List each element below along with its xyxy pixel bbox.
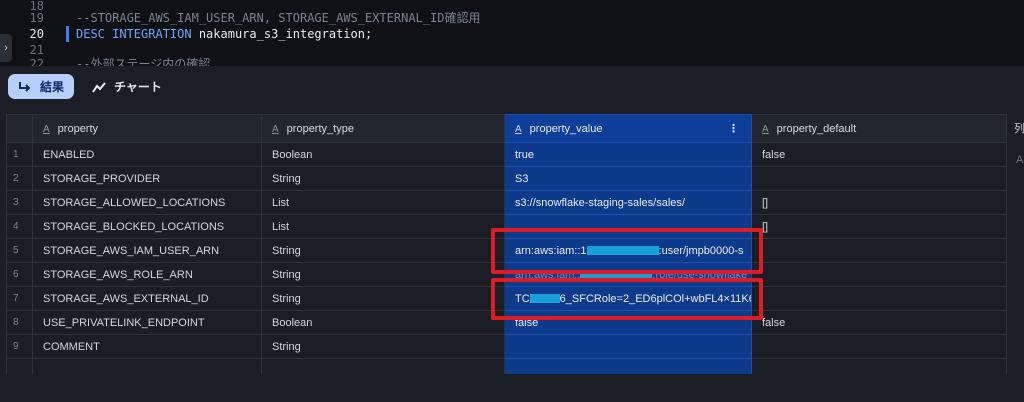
sql-keyword: DESC INTEGRATION — [76, 27, 192, 41]
cell-default[interactable] — [751, 166, 1007, 191]
text-type-icon: A — [272, 123, 279, 135]
more-options-icon[interactable]: ⋮ — [728, 122, 739, 135]
column-header-property[interactable]: Aproperty — [32, 114, 262, 143]
cell-default[interactable]: false — [751, 142, 1007, 167]
cell-type[interactable]: List — [261, 214, 505, 239]
row-number: 2 — [6, 166, 33, 191]
sql-comment: --STORAGE_AWS_IAM_USER_ARN, STORAGE_AWS_… — [76, 11, 481, 25]
highlight-box — [491, 278, 763, 320]
line-number: 19 — [29, 11, 44, 25]
tab-label: チャート — [114, 80, 162, 94]
row-number: 9 — [6, 334, 33, 359]
results-grid: Aproperty Aproperty_type Aproperty_value… — [0, 106, 1024, 383]
cell-value[interactable] — [504, 334, 752, 359]
column-label: property_default — [776, 122, 857, 135]
column-label: property_type — [286, 122, 354, 135]
row-number-header — [6, 114, 33, 143]
text-type-icon: A — [762, 123, 769, 135]
cell-property[interactable]: STORAGE_ALLOWED_LOCATIONS — [32, 190, 262, 215]
cell-type[interactable]: List — [261, 190, 505, 215]
cell-default[interactable] — [751, 238, 1007, 263]
row-number: 3 — [6, 190, 33, 215]
cell-property[interactable]: STORAGE_PROVIDER — [32, 166, 262, 191]
text-type-icon: A — [1016, 154, 1024, 166]
table-row[interactable]: 9 COMMENT String — [6, 334, 1007, 359]
cell-property[interactable]: STORAGE_BLOCKED_LOCATIONS — [32, 214, 262, 239]
cell-default[interactable] — [751, 286, 1007, 311]
cell-type[interactable]: Boolean — [261, 310, 505, 335]
text-type-icon: A — [515, 123, 522, 135]
grid-footer — [0, 374, 1024, 402]
table-row[interactable]: 3 STORAGE_ALLOWED_LOCATIONS List s3://sn… — [6, 190, 1007, 215]
active-line-marker — [66, 26, 69, 42]
cell-type[interactable]: String — [261, 262, 505, 287]
table-row[interactable]: 1 ENABLED Boolean true false — [6, 142, 1007, 167]
header-row: Aproperty Aproperty_type Aproperty_value… — [6, 114, 1007, 143]
cell-property[interactable]: STORAGE_AWS_ROLE_ARN — [32, 262, 262, 287]
line-number: 20 — [29, 27, 44, 41]
cell-value[interactable]: S3 — [504, 166, 752, 191]
column-panel-label: 列 — [1014, 123, 1024, 135]
return-arrow-icon — [19, 81, 31, 92]
sql-statement: nakamura_s3_integration; — [191, 27, 373, 41]
cell-default[interactable]: false — [751, 310, 1007, 335]
cell-default[interactable]: [] — [751, 214, 1007, 239]
row-number: 6 — [6, 262, 33, 287]
cell-default[interactable] — [751, 262, 1007, 287]
cell-value[interactable]: true — [504, 142, 752, 167]
cell-default[interactable] — [751, 334, 1007, 359]
row-number: 4 — [6, 214, 33, 239]
cell-type[interactable]: String — [261, 286, 505, 311]
sql-editor[interactable]: › 18 19 --STORAGE_AWS_IAM_USER_ARN, STOR… — [0, 0, 1024, 66]
tab-label: 結果 — [40, 80, 65, 94]
cell-type[interactable]: String — [261, 334, 505, 359]
result-tabbar: 結果 チャート — [0, 66, 1024, 106]
row-number: 1 — [6, 142, 33, 167]
column-header-property-type[interactable]: Aproperty_type — [261, 114, 505, 143]
cell-property[interactable]: USE_PRIVATELINK_ENDPOINT — [32, 310, 262, 335]
column-label: property_value — [529, 122, 603, 135]
column-label: property — [57, 122, 99, 135]
sql-comment: --外部ステージ内の確認 — [76, 57, 211, 66]
cell-property[interactable]: STORAGE_AWS_EXTERNAL_ID — [32, 286, 262, 311]
line-number: 22 — [29, 57, 44, 66]
cell-default[interactable]: [] — [751, 190, 1007, 215]
table-row[interactable]: 2 STORAGE_PROVIDER String S3 — [6, 166, 1007, 191]
highlight-box — [491, 228, 763, 274]
row-number: 7 — [6, 286, 33, 311]
cell-type[interactable]: Boolean — [261, 142, 505, 167]
row-number: 5 — [6, 238, 33, 263]
column-header-property-default[interactable]: Aproperty_default — [751, 114, 1007, 143]
chevron-right-icon[interactable]: › — [0, 34, 12, 62]
row-number: 8 — [6, 310, 33, 335]
column-header-property-value[interactable]: Aproperty_value ⋮ — [504, 114, 752, 143]
tab-results[interactable]: 結果 — [8, 74, 74, 99]
cell-type[interactable]: String — [261, 166, 505, 191]
cell-type[interactable]: String — [261, 238, 505, 263]
tab-chart[interactable]: チャート — [92, 74, 162, 99]
text-type-icon: A — [43, 123, 50, 135]
line-chart-icon — [92, 81, 106, 93]
cell-value[interactable]: s3://snowflake-staging-sales/sales/ — [504, 190, 752, 215]
cell-property[interactable]: COMMENT — [32, 334, 262, 359]
cell-property[interactable]: STORAGE_AWS_IAM_USER_ARN — [32, 238, 262, 263]
cell-property[interactable]: ENABLED — [32, 142, 262, 167]
